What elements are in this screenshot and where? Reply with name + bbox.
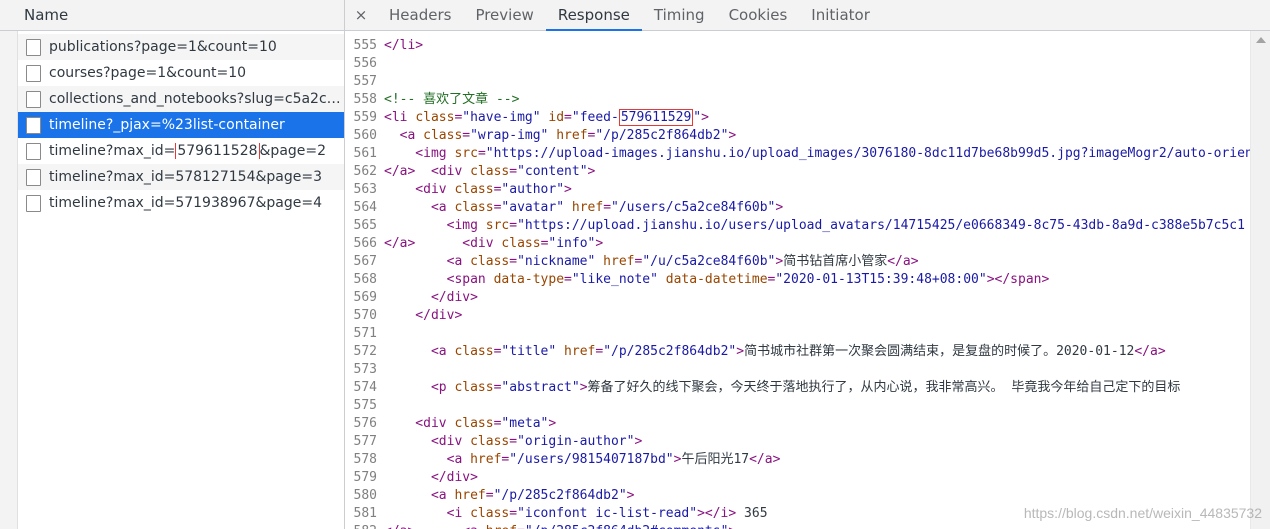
code-line: 580 <a href="/p/285c2f864db2"> (345, 487, 1250, 505)
line-number: 556 (353, 56, 377, 71)
line-number: 578 (353, 452, 377, 467)
tab-response[interactable]: Response (545, 0, 642, 31)
code-line: 577 <div class="origin-author"> (345, 433, 1250, 451)
line-number: 555 (353, 38, 377, 53)
scroll-up-arrow-icon[interactable] (1256, 37, 1266, 43)
file-icon (26, 38, 41, 56)
request-name: timeline?max_id=571938967&page=4 (49, 195, 323, 211)
line-number: 557 (353, 74, 377, 89)
code-line: 557 (345, 73, 1250, 91)
code-line: 566 </a> <div class="info"> (345, 235, 1250, 253)
code-line: 572 <a class="title" href="/p/285c2f864d… (345, 343, 1250, 361)
line-number: 574 (353, 380, 377, 395)
request-list-gutter (0, 31, 18, 529)
line-number: 570 (353, 308, 377, 323)
file-icon (26, 90, 41, 108)
tab-cookies[interactable]: Cookies (717, 0, 800, 30)
request-name: timeline?_pjax=%23list-container (49, 117, 285, 133)
code-line: 569 </div> (345, 289, 1250, 307)
code-line: 574 <p class="abstract">筹备了好久的线下聚会，今天终于落… (345, 379, 1250, 397)
code-line: 568 <span data-type="like_note" data-dat… (345, 271, 1250, 289)
line-number: 569 (353, 290, 377, 305)
code-line: 579 </div> (345, 469, 1250, 487)
code-line: 563 <div class="author"> (345, 181, 1250, 199)
code-line: 575 (345, 397, 1250, 415)
line-number: 567 (353, 254, 377, 269)
close-icon[interactable]: × (345, 0, 377, 30)
code-line: 558 <!-- 喜欢了文章 --> (345, 91, 1250, 109)
request-list-panel: Name publications?page=1&count=10 courses… (0, 0, 345, 529)
request-row[interactable]: collections_and_notebooks?slug=c5a2ce84f… (18, 86, 344, 112)
line-number: 581 (353, 506, 377, 521)
line-number: 576 (353, 416, 377, 431)
line-number: 582 (345, 523, 383, 529)
file-icon (26, 64, 41, 82)
request-name: publications?page=1&count=10 (49, 39, 277, 55)
tab-headers[interactable]: Headers (377, 0, 463, 30)
request-name: courses?page=1&count=10 (49, 65, 247, 81)
code-line: 578 <a href="/users/9815407187bd">午后阳光17… (345, 451, 1250, 469)
code-line: 570 </div> (345, 307, 1250, 325)
request-list: publications?page=1&count=10 courses?page… (18, 34, 344, 216)
line-number: 571 (353, 326, 377, 341)
line-number: 572 (353, 344, 377, 359)
code-line: 556 (345, 55, 1250, 73)
line-number: 558 (353, 92, 377, 107)
vertical-scrollbar[interactable] (1250, 31, 1270, 529)
watermark: https://blog.csdn.net/weixin_44835732 (1023, 505, 1262, 521)
line-number: 580 (353, 488, 377, 503)
line-number: 565 (353, 218, 377, 233)
line-number: 560 (353, 128, 377, 143)
line-number: 566 (353, 236, 377, 251)
line-number: 579 (353, 470, 377, 485)
code-line: 564 <a class="avatar" href="/users/c5a2c… (345, 199, 1250, 217)
code-line: 567 <a class="nickname" href="/u/c5a2ce8… (345, 253, 1250, 271)
file-icon (26, 116, 41, 134)
request-name: collections_and_notebooks?slug=c5a2ce84f… (49, 91, 344, 107)
file-icon (26, 142, 41, 160)
request-row[interactable]: timeline?_pjax=%23list-container (18, 112, 344, 138)
code-line: 565 <img src="https://upload.jianshu.io/… (345, 217, 1250, 235)
code-line: 573 (345, 361, 1250, 379)
line-number: 561 (353, 146, 377, 161)
request-row[interactable]: publications?page=1&count=10 (18, 34, 344, 60)
line-number: 575 (353, 398, 377, 413)
file-icon (26, 168, 41, 186)
request-row[interactable]: timeline?max_id=578127154&page=3 (18, 164, 344, 190)
name-column-header[interactable]: Name (0, 0, 344, 31)
line-number: 559 (353, 110, 377, 125)
tab-initiator[interactable]: Initiator (799, 0, 882, 30)
highlighted-feed-id: 579611529 (618, 109, 694, 126)
highlighted-max-id: 579611528 (175, 143, 260, 159)
request-row[interactable]: courses?page=1&count=10 (18, 60, 344, 86)
code-line: 571 (345, 325, 1250, 343)
line-number: 562 (353, 164, 377, 179)
response-panel: × Headers Preview Response Timing Cookies Ini… (345, 0, 1270, 529)
code-line: 561 <img src="https://upload-images.jian… (345, 145, 1250, 163)
line-number: 564 (353, 200, 377, 215)
response-source-viewer[interactable]: < 555</li>556557558<!-- 喜欢了文章 -->559<li … (345, 31, 1250, 529)
code-line: 576 <div class="meta"> (345, 415, 1250, 433)
code-line: 555 </li> (345, 37, 1250, 55)
code-line: 582</a> <a href="/p/285c2f864db2#comment… (345, 523, 1250, 529)
request-row[interactable]: timeline?max_id=571938967&page=4 (18, 190, 344, 216)
details-tabbar: × Headers Preview Response Timing Cookies Ini… (345, 0, 1270, 31)
file-icon (26, 194, 41, 212)
request-row[interactable]: timeline?max_id= 579611528 &page=2 (18, 138, 344, 164)
line-number: 577 (353, 434, 377, 449)
code-line: 560 <a class="wrap-img" href="/p/285c2f8… (345, 127, 1250, 145)
line-number: 568 (353, 272, 377, 287)
request-name: timeline?max_id=578127154&page=3 (49, 169, 323, 185)
tab-preview[interactable]: Preview (463, 0, 545, 30)
line-number: 563 (353, 182, 377, 197)
request-name: timeline?max_id= 579611528 &page=2 (49, 143, 327, 159)
code-line: 559 <li class="have-img" id="feed- 5796115… (345, 109, 1250, 127)
line-number: 573 (353, 362, 377, 377)
code-line: 562 </a> <div class="content"> (345, 163, 1250, 181)
tab-timing[interactable]: Timing (642, 0, 717, 30)
